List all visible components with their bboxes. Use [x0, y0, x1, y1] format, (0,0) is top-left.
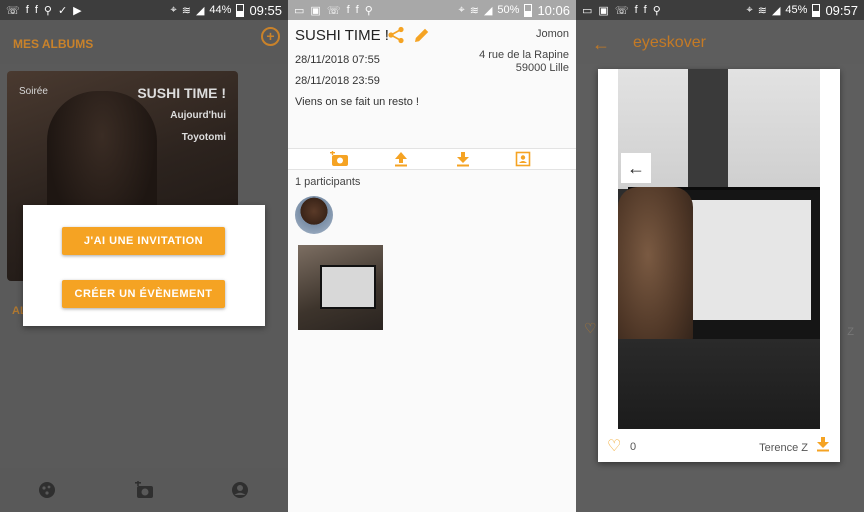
event-detail-screen: ▭ ▣ ☏ f f ⚲ ⌖ ≋ ◢ 50% 10:06 SUSHI TIME !…	[288, 0, 576, 512]
facebook-icon: f	[34, 3, 39, 16]
event-description: Viens on se fait un resto !	[295, 96, 419, 108]
whatsapp-icon: ☏	[6, 4, 21, 17]
whatsapp-icon: ☏	[614, 4, 630, 17]
facebook-icon: f	[355, 3, 360, 16]
notification-icons: ▭ ▣ ☏ f f ⚲	[288, 4, 374, 17]
battery-charging-icon	[812, 3, 821, 17]
event-owner: Jomon	[535, 28, 569, 40]
photo-card: ← ♡ 0 Terence Z	[598, 69, 840, 462]
app-bar	[576, 20, 864, 64]
albums-screen: ☏ f f ⚲ ✓ ▶ ⌖ ≋ ◢ 44% 09:55 MES ALBUMS +…	[0, 0, 288, 512]
usb-icon: ⚲	[43, 4, 53, 17]
album-tag: Soirée	[19, 86, 48, 97]
photo-thumbnail[interactable]	[298, 245, 383, 330]
add-photo-icon[interactable]	[330, 150, 348, 167]
photo-viewer-screen: ▭ ▣ ☏ f f ⚲ ⌖ ≋ ◢ 45% 09:57 ← eyeskover …	[576, 0, 864, 512]
message-icon: ▭	[582, 4, 594, 17]
battery-icon	[236, 3, 245, 17]
bottom-navigation	[0, 468, 288, 512]
status-bar: ▭ ▣ ☏ f f ⚲ ⌖ ≋ ◢ 50% 10:06	[288, 0, 576, 20]
battery-charging-icon	[524, 3, 533, 17]
share-icon[interactable]	[387, 26, 405, 49]
notification-icons: ☏ f f ⚲ ✓ ▶	[0, 4, 83, 17]
signal-icon: ◢	[195, 4, 205, 17]
wifi-icon: ≋	[469, 4, 479, 17]
battery-percent: 50%	[497, 4, 520, 16]
image-icon: ▣	[310, 4, 322, 17]
likes-count: 0	[630, 441, 637, 453]
signal-icon: ◢	[771, 4, 781, 17]
back-arrow-icon[interactable]: ←	[592, 34, 610, 55]
download-icon[interactable]	[816, 436, 830, 457]
add-circle-icon: +	[266, 28, 275, 44]
location-icon: ⌖	[458, 3, 465, 16]
usb-icon: ⚲	[364, 4, 374, 17]
status-bar: ☏ f f ⚲ ✓ ▶ ⌖ ≋ ◢ 44% 09:55	[0, 0, 288, 20]
notification-icons: ▭ ▣ ☏ f f ⚲	[576, 4, 662, 17]
background-author: Z	[847, 326, 854, 338]
location-icon: ⌖	[746, 3, 753, 16]
action-bar	[288, 148, 576, 170]
create-event-button[interactable]: CRÉER UN ÉVÈNEMENT	[62, 280, 225, 308]
upload-icon[interactable]	[393, 151, 411, 167]
message-icon: ▭	[294, 4, 306, 17]
page-title: MES ALBUMS	[13, 37, 94, 51]
address-street: 4 rue de la Rapine	[479, 49, 569, 61]
clock: 09:57	[825, 2, 858, 18]
location-icon: ⌖	[170, 3, 177, 16]
event-address: 4 rue de la Rapine 59000 Lille	[479, 49, 569, 75]
album-date: Aujourd'hui	[170, 110, 226, 121]
avatar[interactable]	[295, 196, 333, 234]
choice-dialog: J'AI UNE INVITATION CRÉER UN ÉVÈNEMENT	[23, 205, 265, 326]
add-photo-icon[interactable]	[135, 480, 153, 499]
wifi-icon: ≋	[757, 4, 767, 17]
facebook-icon: f	[346, 3, 351, 16]
event-start: 28/11/2018 07:55	[295, 54, 380, 66]
image-icon: ▣	[598, 4, 610, 17]
event-end: 28/11/2018 23:59	[295, 75, 380, 87]
edit-icon[interactable]	[413, 26, 431, 49]
close-photo-button[interactable]: ←	[621, 153, 651, 183]
usb-icon: ⚲	[652, 4, 662, 17]
album-location: Toyotomi	[181, 132, 226, 143]
play-store-icon: ▶	[73, 4, 83, 17]
heart-icon: ♡	[607, 438, 622, 455]
facebook-icon: f	[643, 3, 648, 16]
add-album-button[interactable]: +	[261, 27, 280, 46]
back-arrow-icon: ←	[627, 158, 645, 178]
page-title: eyeskover	[633, 34, 706, 51]
contact-card-icon[interactable]	[515, 151, 533, 167]
clock: 09:55	[249, 2, 282, 18]
wifi-icon: ≋	[181, 4, 191, 17]
check-icon: ✓	[57, 4, 69, 17]
status-bar: ▭ ▣ ☏ f f ⚲ ⌖ ≋ ◢ 45% 09:57	[576, 0, 864, 20]
whatsapp-icon: ☏	[326, 4, 342, 17]
address-city: 59000 Lille	[515, 62, 569, 74]
pizza-icon[interactable]	[38, 481, 56, 499]
participants-count: 1 participants	[295, 176, 361, 188]
signal-icon: ◢	[483, 4, 493, 17]
photo-author: Terence Z	[759, 442, 808, 454]
invitation-button[interactable]: J'AI UNE INVITATION	[62, 227, 225, 255]
facebook-icon: f	[634, 3, 639, 16]
download-icon[interactable]	[455, 151, 473, 167]
photo-image	[618, 69, 820, 429]
like-button[interactable]: ♡	[607, 436, 621, 456]
battery-percent: 44%	[209, 4, 232, 16]
event-title: SUSHI TIME !	[295, 27, 389, 44]
album-name: SUSHI TIME !	[137, 85, 226, 101]
account-icon[interactable]	[231, 481, 249, 499]
facebook-icon: f	[25, 3, 30, 16]
clock: 10:06	[537, 2, 570, 18]
battery-percent: 45%	[785, 4, 808, 16]
